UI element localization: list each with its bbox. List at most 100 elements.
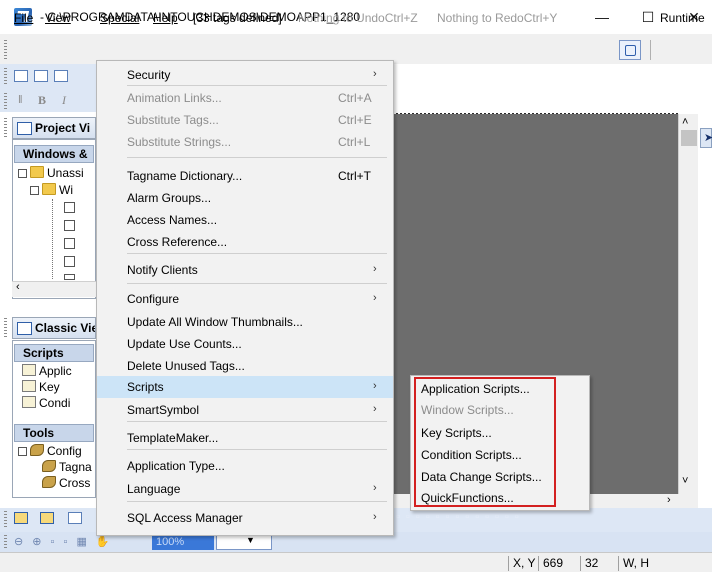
menu-item-update-use-counts[interactable]: Update Use Counts... bbox=[97, 333, 393, 355]
minimize-button[interactable]: — bbox=[582, 6, 622, 28]
menubar-separator bbox=[650, 40, 651, 60]
menu-item-notify-clients[interactable]: Notify Clients › bbox=[97, 259, 393, 281]
italic-button[interactable]: I bbox=[62, 93, 66, 108]
chevron-right-icon: › bbox=[373, 380, 377, 392]
scroll-down-icon[interactable]: ˅ bbox=[682, 475, 688, 487]
menu-item-substitute-tags[interactable]: Substitute Tags... Ctrl+E bbox=[97, 109, 393, 131]
pointer-tool-icon[interactable]: ➤ bbox=[704, 131, 712, 144]
menu-special[interactable]: Special bbox=[100, 11, 139, 25]
vertical-scrollbar[interactable] bbox=[678, 114, 698, 494]
menu-item-application-type[interactable]: Application Type... bbox=[97, 455, 393, 477]
panel-grip[interactable] bbox=[4, 318, 7, 338]
menu-item-scripts[interactable]: Scripts › bbox=[97, 376, 393, 398]
menu-item-sql-access-manager[interactable]: SQL Access Manager › bbox=[97, 507, 393, 529]
bold-button[interactable]: B bbox=[38, 93, 46, 108]
menu-item-label: Configure bbox=[127, 292, 180, 306]
save-window-icon[interactable] bbox=[54, 70, 68, 82]
tree-item-condition-scripts[interactable]: Condi bbox=[22, 396, 96, 410]
scroll-up-icon[interactable]: ˄ bbox=[682, 116, 688, 128]
scroll-right-icon[interactable]: › bbox=[667, 494, 671, 506]
scroll-left-icon[interactable]: ‹ bbox=[16, 281, 20, 293]
tree-item-key-scripts[interactable]: Key bbox=[22, 380, 96, 394]
menu-view[interactable]: View bbox=[45, 11, 71, 25]
window-item-icon[interactable] bbox=[64, 202, 75, 213]
chevron-down-icon[interactable]: ▼ bbox=[246, 535, 255, 545]
script-icon bbox=[22, 380, 36, 392]
menu-item-tagname-dictionary[interactable]: Tagname Dictionary... Ctrl+T bbox=[97, 165, 393, 187]
window-item-icon[interactable] bbox=[64, 274, 75, 280]
menu-help[interactable]: Help bbox=[153, 11, 178, 25]
menu-item-shortcut: Ctrl+E bbox=[338, 113, 372, 127]
menu-item-label: Access Names... bbox=[127, 213, 218, 227]
menu-item-access-names[interactable]: Access Names... bbox=[97, 209, 393, 231]
tab-tools[interactable]: Tools bbox=[14, 424, 94, 442]
menu-item-substitute-strings[interactable]: Substitute Strings... Ctrl+L bbox=[97, 131, 393, 153]
menu-separator bbox=[127, 157, 387, 158]
menu-item-language[interactable]: Language › bbox=[97, 478, 393, 500]
chevron-right-icon: › bbox=[373, 68, 377, 80]
view-mode-icon[interactable] bbox=[14, 512, 28, 524]
window-item-icon[interactable] bbox=[64, 220, 75, 231]
wrench-icon bbox=[30, 444, 44, 456]
classic-view-header: Classic Vie bbox=[12, 317, 96, 339]
zoom-combo[interactable]: 100% bbox=[152, 534, 214, 550]
zoom-dropdown[interactable] bbox=[216, 534, 272, 550]
align-icon[interactable]: ‖ bbox=[18, 94, 23, 106]
script-icon bbox=[22, 364, 36, 376]
folder-icon bbox=[30, 166, 44, 178]
menu-item-label: Language bbox=[127, 482, 181, 496]
panel-grip[interactable] bbox=[4, 118, 7, 138]
menu-item-label: SQL Access Manager bbox=[127, 511, 243, 525]
toolbar-grip[interactable] bbox=[4, 511, 7, 529]
tree-item-cross-reference[interactable]: Cross bbox=[42, 476, 96, 490]
tree-item-configure[interactable]: Config bbox=[18, 444, 96, 458]
menu-item-smartsymbol[interactable]: SmartSymbol › bbox=[97, 399, 393, 421]
tree-item-application-scripts[interactable]: Applic bbox=[22, 364, 96, 378]
runtime-button[interactable]: Runtime bbox=[660, 11, 705, 25]
menu-file[interactable]: File bbox=[14, 11, 33, 25]
menu-undo[interactable]: Nothing to UndoCtrl+Z bbox=[298, 11, 418, 25]
zoom-tools-icons[interactable]: ⊖ ⊕ ▫ ▫ ▦ ✋ bbox=[14, 535, 113, 548]
view-mode-icon[interactable] bbox=[40, 512, 54, 524]
menu-item-alarm-groups[interactable]: Alarm Groups... bbox=[97, 187, 393, 209]
menu-item-cross-reference[interactable]: Cross Reference... bbox=[97, 231, 393, 253]
menu-item-security[interactable]: Security › bbox=[97, 64, 393, 86]
menu-separator bbox=[127, 283, 387, 284]
window-item-icon[interactable] bbox=[64, 238, 75, 249]
annotation-highlight-box bbox=[414, 377, 556, 507]
menu-item-label: Update All Window Thumbnails... bbox=[127, 315, 303, 329]
toolbar-grip[interactable] bbox=[4, 68, 7, 86]
menu-redo[interactable]: Nothing to RedoCtrl+Y bbox=[437, 11, 557, 25]
toolbar-grip[interactable] bbox=[4, 535, 7, 549]
collapse-icon[interactable] bbox=[30, 186, 39, 195]
tree-connector bbox=[52, 199, 53, 279]
window-item-icon[interactable] bbox=[64, 256, 75, 267]
tab-scripts[interactable]: Scripts bbox=[14, 344, 94, 362]
project-view-header: Project Vi bbox=[12, 117, 96, 139]
new-window-icon[interactable] bbox=[14, 70, 28, 82]
menu-item-configure[interactable]: Configure › bbox=[97, 288, 393, 310]
menu-item-delete-unused-tags[interactable]: Delete Unused Tags... bbox=[97, 355, 393, 377]
tree-item-windows[interactable]: Wi bbox=[30, 183, 96, 197]
runtime-icon[interactable] bbox=[619, 40, 641, 60]
menu-item-animation-links[interactable]: Animation Links... Ctrl+A bbox=[97, 87, 393, 109]
project-hscroll[interactable] bbox=[12, 281, 96, 297]
collapse-icon[interactable] bbox=[18, 169, 27, 178]
chevron-right-icon: › bbox=[373, 292, 377, 304]
tree-item-unassigned[interactable]: Unassi bbox=[18, 166, 96, 180]
menubar-grip[interactable] bbox=[4, 40, 7, 60]
menu-item-label: Scripts bbox=[127, 380, 164, 394]
align-tools-icons[interactable]: ▫▫▫▫▫▫▫▫▫▫▫▫▫ bbox=[396, 511, 676, 527]
expand-icon[interactable] bbox=[18, 447, 27, 456]
vertical-scroll-thumb[interactable] bbox=[681, 130, 697, 146]
menu-item-update-all-window-thumbnails[interactable]: Update All Window Thumbnails... bbox=[97, 311, 393, 333]
toolbar-grip[interactable] bbox=[4, 93, 7, 109]
open-window-icon[interactable] bbox=[34, 70, 48, 82]
menu-item-templatemaker[interactable]: TemplateMaker... bbox=[97, 427, 393, 449]
menu-item-label: Cross Reference... bbox=[127, 235, 228, 249]
window-icon[interactable] bbox=[68, 512, 82, 524]
tab-windows[interactable]: Windows & bbox=[14, 145, 94, 163]
tree-item-tagname-dictionary[interactable]: Tagna bbox=[42, 460, 96, 474]
cross-reference-icon bbox=[42, 476, 56, 488]
chevron-right-icon: › bbox=[373, 403, 377, 415]
